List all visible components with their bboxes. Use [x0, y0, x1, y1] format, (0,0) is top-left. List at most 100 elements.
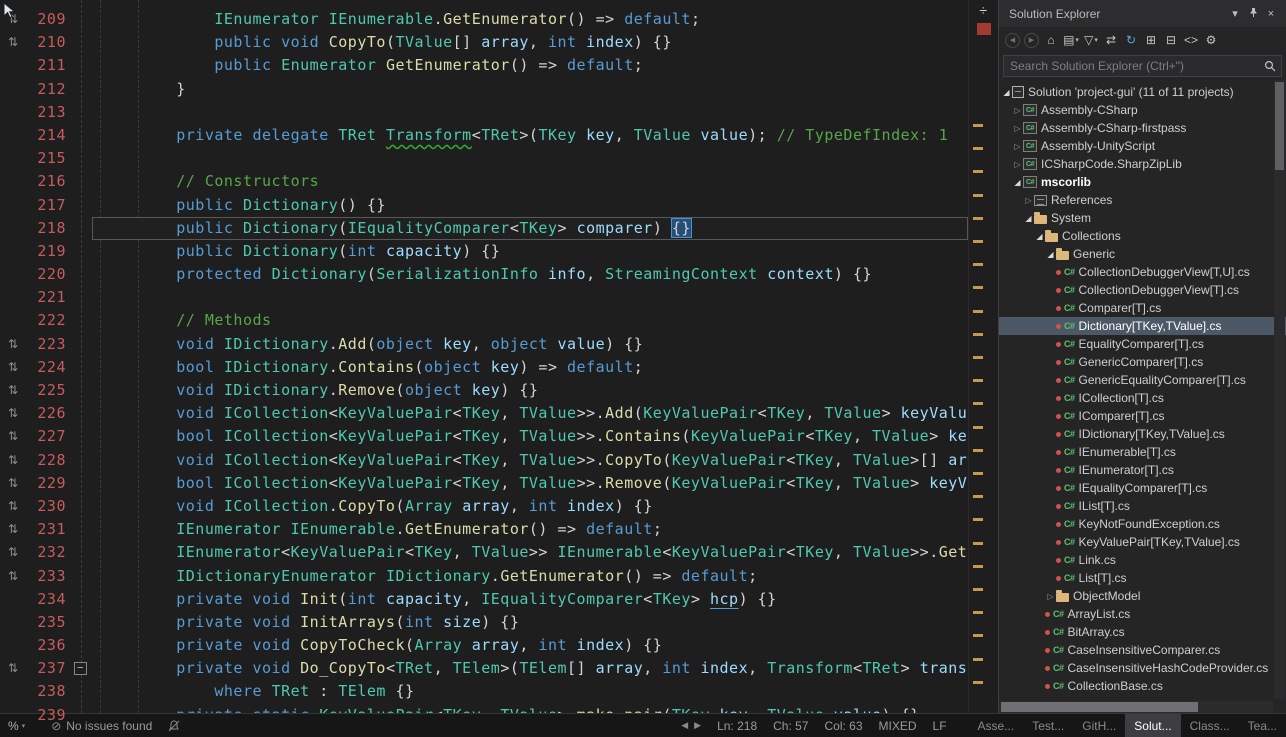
collapsed-chevron-icon[interactable]: ▷	[1045, 592, 1056, 601]
code-line[interactable]: IDictionaryEnumerator IDictionary.GetEnu…	[92, 565, 968, 588]
expanded-chevron-icon[interactable]: ◢	[1023, 214, 1034, 223]
code-line[interactable]: void ICollection<KeyValuePair<TKey, TVal…	[92, 449, 968, 472]
collapse-all-icon[interactable]: ⊟	[1162, 31, 1180, 49]
references-indicator-icon[interactable]: ⇅	[0, 565, 26, 588]
expanded-chevron-icon[interactable]: ◢	[1045, 250, 1056, 259]
code-line[interactable]: void IDictionary.Remove(object key) {}	[92, 379, 968, 402]
tool-window-tab[interactable]: GitH...	[1073, 714, 1125, 737]
line-number[interactable]: 236	[26, 634, 72, 657]
references-indicator-icon[interactable]: ⇅	[0, 495, 26, 518]
tree-item[interactable]: C#CaseInsensitiveComparer.cs	[999, 641, 1286, 659]
tree-item[interactable]: C#Link.cs	[999, 551, 1286, 569]
outline-collapse-icon[interactable]: −	[74, 662, 87, 675]
code-line[interactable]: IEnumerator IEnumerable.GetEnumerator() …	[92, 8, 968, 31]
line-number[interactable]: 233	[26, 565, 72, 588]
switch-views-icon[interactable]: ▤▾	[1062, 31, 1080, 49]
pin-icon[interactable]	[1244, 7, 1262, 21]
line-number[interactable]: 209	[26, 8, 72, 31]
references-indicator-icon[interactable]: ⇅	[0, 379, 26, 402]
line-number[interactable]: 219	[26, 240, 72, 263]
line-number[interactable]: 232	[26, 541, 72, 564]
code-line[interactable]: private void Init(int capacity, IEqualit…	[92, 588, 968, 611]
tree-item[interactable]: C#IEnumerable[T].cs	[999, 443, 1286, 461]
nav-forward-icon[interactable]: ▶	[694, 720, 701, 731]
references-indicator-icon[interactable]: ⇅	[0, 402, 26, 425]
close-icon[interactable]: ×	[1262, 8, 1280, 20]
code-line[interactable]: bool ICollection<KeyValuePair<TKey, TVal…	[92, 425, 968, 448]
code-line[interactable]	[92, 286, 968, 309]
code-line[interactable]: where TRet : TElem {}	[92, 680, 968, 703]
char-indicator[interactable]: Ch: 57	[773, 719, 808, 733]
line-number[interactable]: 235	[26, 611, 72, 634]
line-number[interactable]: 229	[26, 472, 72, 495]
collapsed-chevron-icon[interactable]: ▷	[1012, 160, 1023, 169]
code-line[interactable]: }	[92, 78, 968, 101]
line-number[interactable]: 222	[26, 309, 72, 332]
code-area[interactable]: IEnumerator IEnumerable.GetEnumerator() …	[92, 0, 968, 713]
code-line[interactable]: private static KeyValuePair<TKey, TValue…	[92, 704, 968, 713]
refresh-icon[interactable]: ↻	[1122, 31, 1140, 49]
line-number[interactable]: 218	[26, 217, 72, 240]
line-number[interactable]: 216	[26, 170, 72, 193]
line-indicator[interactable]: Ln: 218	[717, 719, 757, 733]
line-number[interactable]: 210	[26, 31, 72, 54]
code-line[interactable]	[92, 147, 968, 170]
tool-window-tab[interactable]: Solut...	[1125, 714, 1180, 737]
code-line[interactable]: IEnumerator IEnumerable.GetEnumerator() …	[92, 518, 968, 541]
tree-item[interactable]: C#CollectionDebuggerView[T].cs	[999, 281, 1286, 299]
collapsed-chevron-icon[interactable]: ▷	[1012, 124, 1023, 133]
code-line[interactable]: public Dictionary(int capacity) {}	[92, 240, 968, 263]
code-line[interactable]: public Enumerator GetEnumerator() => def…	[92, 54, 968, 77]
back-icon[interactable]: ◀	[1005, 33, 1020, 48]
code-line[interactable]: private void Do_CopyTo<TRet, TElem>(TEle…	[92, 657, 968, 680]
tree-item[interactable]: C#CaseInsensitiveHashCodeProvider.cs	[999, 659, 1286, 677]
line-number[interactable]: 234	[26, 588, 72, 611]
collapsed-chevron-icon[interactable]: ▷	[1012, 106, 1023, 115]
tree-item[interactable]: C#IList[T].cs	[999, 497, 1286, 515]
code-line[interactable]: // Methods	[92, 309, 968, 332]
references-indicator-icon[interactable]: ⇅	[0, 31, 26, 54]
tree-item[interactable]: C#CollectionBase.cs	[999, 677, 1286, 695]
references-indicator-icon[interactable]: ⇅	[0, 472, 26, 495]
code-line[interactable]: private delegate TRet Transform<TRet>(TK…	[92, 124, 968, 147]
code-line[interactable]: IEnumerator<KeyValuePair<TKey, TValue>> …	[92, 541, 968, 564]
tool-window-tab[interactable]: Test...	[1023, 714, 1073, 737]
line-number[interactable]: 231	[26, 518, 72, 541]
line-number[interactable]: 225	[26, 379, 72, 402]
search-icon[interactable]	[1264, 60, 1276, 75]
tree-item[interactable]: C#CollectionDebuggerView[T,U].cs	[999, 263, 1286, 281]
tree-item[interactable]: C#ArrayList.cs	[999, 605, 1286, 623]
line-number[interactable]: 220	[26, 263, 72, 286]
pending-changes-filter-icon[interactable]: ▽▾	[1082, 31, 1100, 49]
tree-item[interactable]: ▷C#Assembly-CSharp	[999, 101, 1286, 119]
code-line[interactable]: bool ICollection<KeyValuePair<TKey, TVal…	[92, 472, 968, 495]
code-line[interactable]	[92, 101, 968, 124]
code-line[interactable]: public Dictionary() {}	[92, 194, 968, 217]
code-line[interactable]: void ICollection<KeyValuePair<TKey, TVal…	[92, 402, 968, 425]
references-indicator-icon[interactable]: ⇅	[0, 425, 26, 448]
view-code-icon[interactable]: <>	[1182, 31, 1200, 49]
tree-item[interactable]: C#KeyValuePair[TKey,TValue].cs	[999, 533, 1286, 551]
code-line[interactable]: void IDictionary.Add(object key, object …	[92, 333, 968, 356]
line-number[interactable]: 228	[26, 449, 72, 472]
collapsed-chevron-icon[interactable]: ▷	[1012, 142, 1023, 151]
tree-item[interactable]: ▷References	[999, 191, 1286, 209]
line-number[interactable]: 214	[26, 124, 72, 147]
scrollbar-thumb[interactable]	[1001, 702, 1198, 712]
line-number[interactable]: 238	[26, 680, 72, 703]
line-number[interactable]: 226	[26, 402, 72, 425]
code-editor[interactable]: ⇅⇅⇅⇅⇅⇅⇅⇅⇅⇅⇅⇅⇅⇅ 2092102112122132142152162…	[0, 0, 998, 713]
outlining-margin[interactable]: −	[72, 0, 92, 713]
tree-item[interactable]: C#IComparer[T].cs	[999, 407, 1286, 425]
tree-item[interactable]: ◢System	[999, 209, 1286, 227]
code-line[interactable]: protected Dictionary(SerializationInfo i…	[92, 263, 968, 286]
line-number[interactable]: 213	[26, 101, 72, 124]
expanded-chevron-icon[interactable]: ◢	[1001, 88, 1012, 97]
editor-scrollbar[interactable]: ÷	[968, 0, 998, 713]
references-indicator-icon[interactable]: ⇅	[0, 333, 26, 356]
references-indicator-icon[interactable]: ⇅	[0, 8, 26, 31]
tree-item[interactable]: C#BitArray.cs	[999, 623, 1286, 641]
show-all-files-icon[interactable]: ⊞	[1142, 31, 1160, 49]
code-line[interactable]: bool IDictionary.Contains(object key) =>…	[92, 356, 968, 379]
scrollbar-thumb[interactable]	[1275, 82, 1284, 170]
